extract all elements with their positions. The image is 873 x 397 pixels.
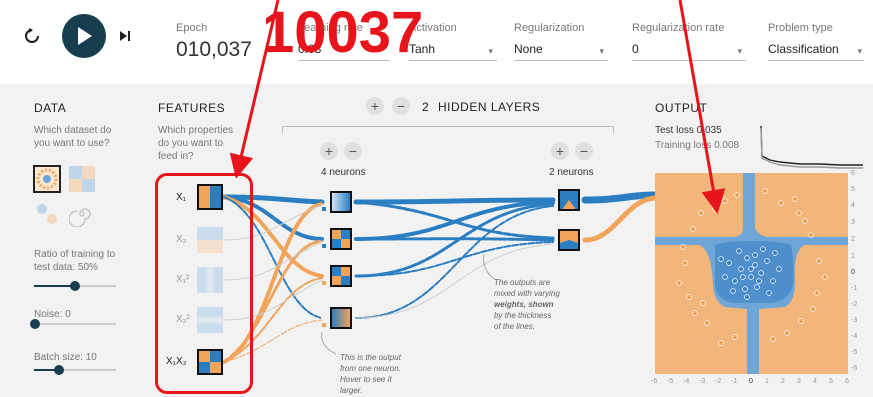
y-tick: 1: [851, 253, 855, 260]
annotation-number: 10037: [262, 0, 424, 65]
add-neuron-layer1-button[interactable]: +: [320, 142, 338, 160]
y-tick: -4: [851, 333, 858, 340]
x-tick: 6: [845, 378, 849, 385]
bias-marker: [322, 207, 326, 211]
output-heatmap: [655, 173, 848, 374]
hidden-layers-label: HIDDEN LAYERS: [438, 100, 541, 114]
x-axis: -6 -5 -4 -3 -2 -1 0 1 2 3 4 5 6: [651, 378, 856, 390]
neuron[interactable]: [330, 191, 352, 213]
hidden-layers-count: 2: [422, 100, 430, 114]
neuron-note: This is the output from one neuron. Hove…: [340, 352, 401, 396]
y-tick: -3: [851, 317, 858, 324]
add-layer-button[interactable]: +: [366, 97, 384, 115]
weights-note-line: weights, shown: [494, 300, 554, 309]
layer2-neuron-count: 2 neurons: [549, 167, 594, 178]
layers-bracket: [282, 126, 614, 133]
annotation-highlight-box: [155, 173, 253, 394]
remove-layer-button[interactable]: −: [392, 97, 410, 115]
y-axis: 6 5 4 3 2 1 0 -1 -2 -3 -4 -5 -6: [851, 170, 869, 375]
neuron-note-line: Hover to see it: [340, 375, 392, 384]
neuron-note-line: from one neuron.: [340, 364, 401, 373]
remove-neuron-layer2-button[interactable]: −: [575, 142, 593, 160]
x-tick: 5: [829, 378, 833, 385]
neuron[interactable]: [558, 229, 580, 251]
remove-neuron-layer1-button[interactable]: −: [344, 142, 362, 160]
layer1-neuron-count: 4 neurons: [321, 167, 366, 178]
x-tick: -3: [699, 378, 706, 385]
y-tick: 4: [851, 202, 855, 209]
y-tick: -5: [851, 349, 858, 356]
neuron[interactable]: [558, 189, 580, 211]
weights-note-line: mixed with varying: [494, 289, 560, 298]
y-tick: 3: [851, 219, 855, 226]
bias-marker: [322, 281, 326, 285]
training-loss: Training loss 0.008: [655, 140, 740, 151]
output-title: OUTPUT: [655, 101, 708, 115]
y-tick: 5: [851, 186, 855, 193]
test-loss: Test loss 0.035: [655, 125, 722, 136]
x-tick: 3: [797, 378, 801, 385]
bias-marker: [322, 323, 326, 327]
x-tick: 4: [813, 378, 817, 385]
bias-marker: [322, 244, 326, 248]
x-tick: 2: [781, 378, 785, 385]
weights-note-line: of the lines.: [494, 322, 535, 331]
weights-note-line: by the thickness: [494, 311, 552, 320]
x-tick: -1: [731, 378, 738, 385]
note-pointer: [321, 331, 337, 355]
y-tick: -6: [851, 365, 858, 372]
x-tick: -2: [715, 378, 722, 385]
weights-note-line: The outputs are: [494, 278, 551, 287]
add-neuron-layer2-button[interactable]: +: [551, 142, 569, 160]
loss-chart: [760, 125, 863, 169]
x-tick: -6: [651, 378, 658, 385]
neuron[interactable]: [330, 265, 352, 287]
y-tick: -1: [851, 285, 858, 292]
neuron-note-line: This is the output: [340, 353, 401, 362]
y-tick: -2: [851, 301, 858, 308]
neuron[interactable]: [330, 307, 352, 329]
x-tick: 0: [749, 378, 753, 385]
y-tick: 6: [851, 170, 855, 177]
x-tick: -5: [667, 378, 674, 385]
y-tick: 2: [851, 236, 855, 243]
neuron-note-line: larger.: [340, 386, 363, 395]
neuron[interactable]: [330, 228, 352, 250]
x-tick: -4: [683, 378, 690, 385]
weights-note: The outputs are mixed with varying weigh…: [494, 277, 560, 332]
y-tick: 0: [851, 269, 855, 276]
x-tick: 1: [765, 378, 769, 385]
